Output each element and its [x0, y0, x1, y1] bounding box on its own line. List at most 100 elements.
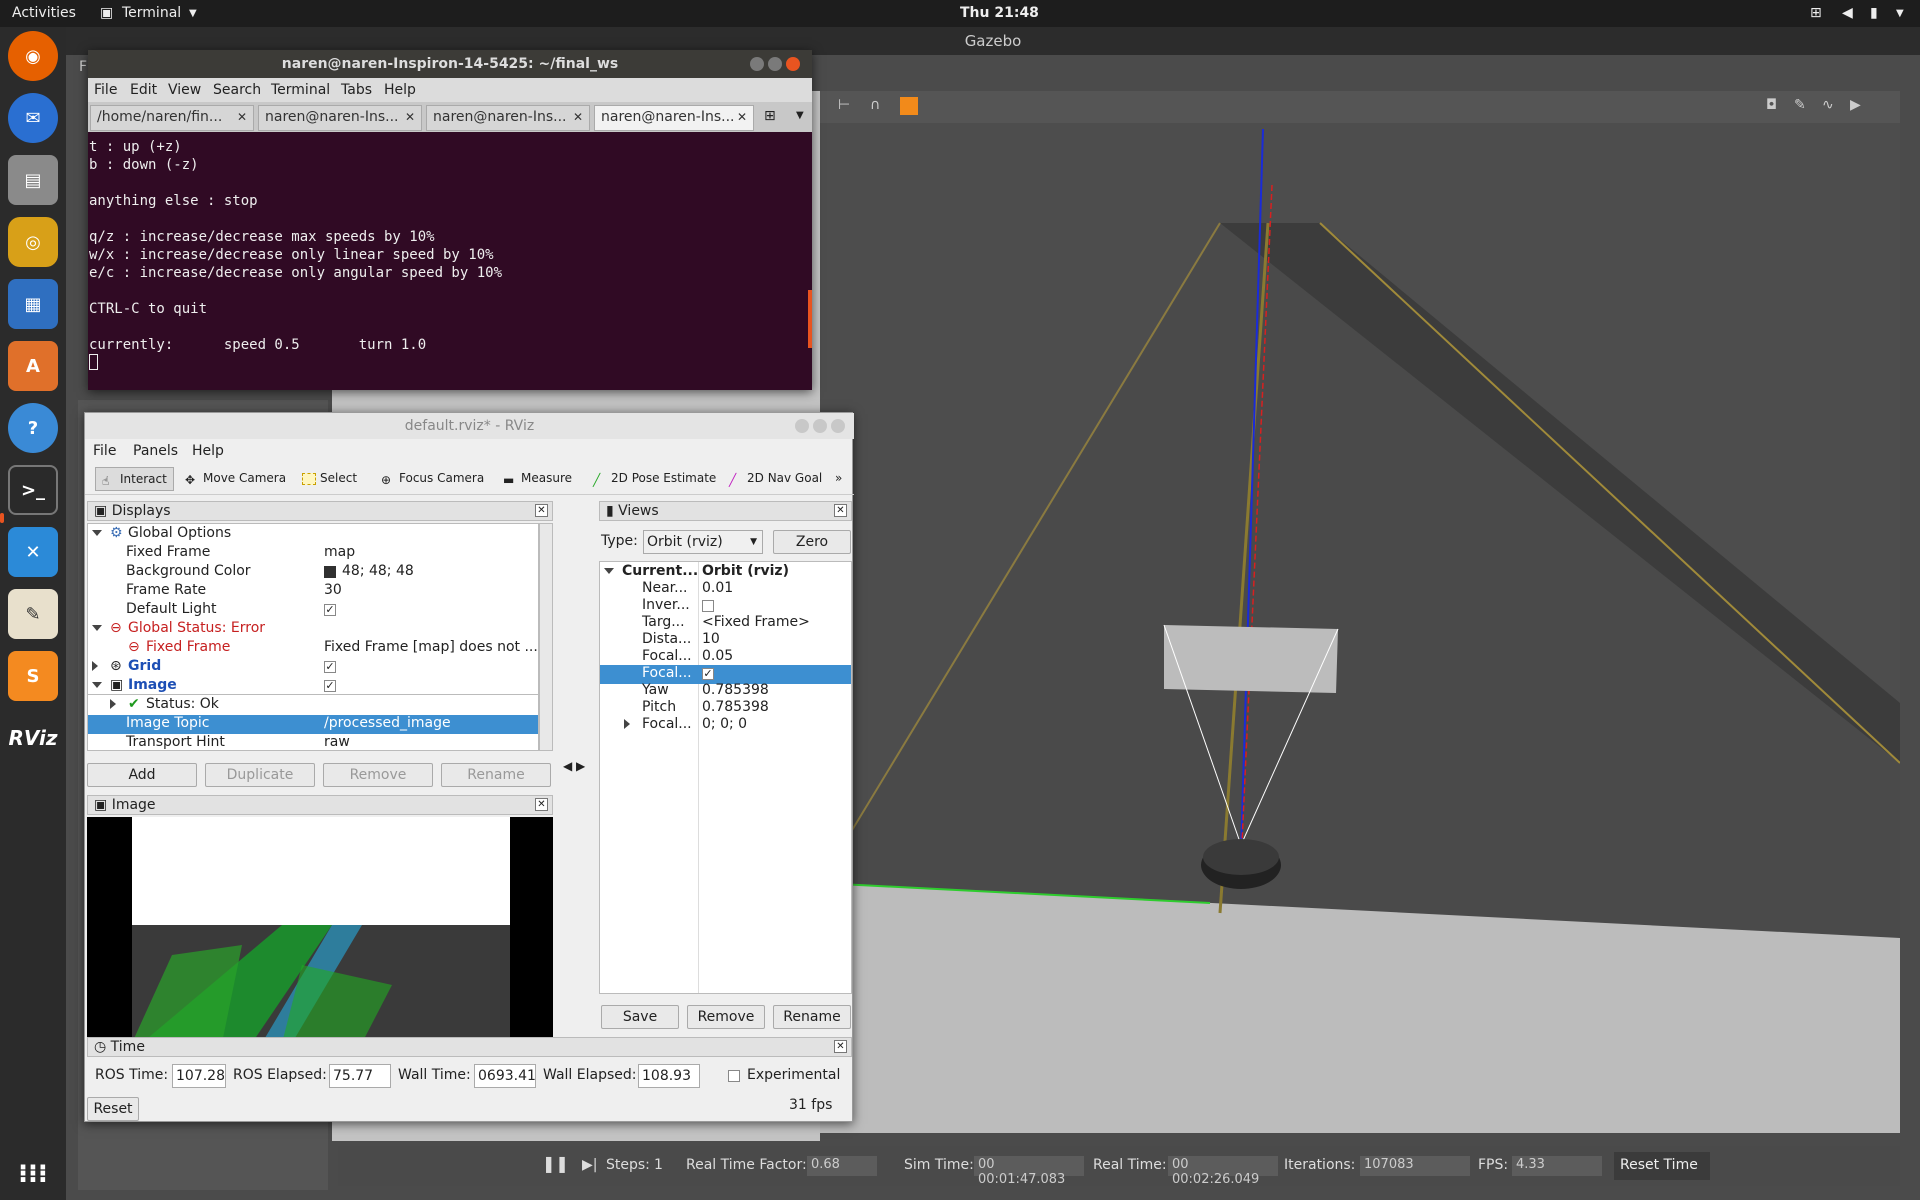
row-value[interactable]: 48; 48; 48 — [342, 563, 414, 579]
terminal-icon[interactable]: >_ — [8, 465, 58, 515]
menu-terminal[interactable]: Terminal — [271, 82, 330, 98]
displays-scrollbar[interactable] — [539, 523, 553, 751]
menu-edit[interactable]: Edit — [130, 82, 157, 98]
views-save-button[interactable]: Save — [601, 1005, 679, 1029]
views-rename-button[interactable]: Rename — [773, 1005, 851, 1029]
close-tab-icon[interactable]: ✕ — [237, 110, 247, 124]
chevron-down-icon[interactable]: ▼ — [189, 8, 197, 19]
view-mode-icon[interactable] — [900, 97, 918, 115]
row-value[interactable]: 0.785398 — [702, 699, 769, 715]
gazebo-3d-scene[interactable] — [820, 123, 1900, 1133]
displays-tree[interactable]: ⚙ Global Options Fixed Frame map Backgroun… — [87, 523, 539, 695]
tree-row-grid[interactable]: ⊛ Grid ✓ — [88, 658, 538, 677]
menu-search[interactable]: Search — [213, 82, 261, 98]
clock[interactable]: Thu 21:48 — [960, 5, 1039, 21]
row-value[interactable]: 0.01 — [702, 580, 733, 596]
firefox-icon[interactable]: ◉ — [8, 31, 58, 81]
row-value[interactable]: 30 — [324, 582, 342, 598]
default-light-checkbox[interactable]: ✓ — [324, 604, 336, 616]
battery-icon[interactable]: ▮ — [1870, 5, 1878, 21]
terminal-output[interactable]: t : up (+z) b : down (-z) anything else … — [88, 132, 812, 390]
duplicate-button[interactable]: Duplicate — [205, 763, 315, 787]
row-value[interactable]: 0.05 — [702, 648, 733, 664]
plot-icon[interactable]: ∿ — [1822, 97, 1834, 113]
minimize-icon[interactable] — [795, 419, 809, 433]
grid-checkbox[interactable]: ✓ — [324, 661, 336, 673]
row-value[interactable]: 0.785398 — [702, 682, 769, 698]
wall-time-field[interactable]: 0693.41 — [474, 1064, 536, 1088]
close-panel-icon[interactable]: ✕ — [535, 504, 548, 517]
views-type-select[interactable]: Orbit (rviz) ▼ — [643, 530, 763, 554]
tree-row-default-light[interactable]: Default Light ✓ — [88, 601, 538, 620]
software-icon[interactable]: A — [8, 341, 58, 391]
tree-row-status-ok[interactable]: ✔ Status: Ok — [88, 696, 538, 715]
focal-shape-checkbox[interactable]: ✓ — [702, 668, 714, 680]
maximize-icon[interactable] — [768, 57, 782, 71]
displays-tree-continued[interactable]: ✔ Status: Ok Image Topic/processed_image … — [87, 695, 539, 751]
align-icon[interactable]: ⊢ — [838, 97, 850, 113]
close-tab-icon[interactable]: ✕ — [737, 110, 747, 124]
network-icon[interactable]: ⊞ — [1810, 5, 1822, 21]
apps-grid-icon[interactable]: ⁝⁝⁝ — [8, 1149, 58, 1199]
tool-2d-nav-goal[interactable]: ╱ 2D Nav Goal — [723, 467, 828, 491]
writer-icon[interactable]: ▦ — [8, 279, 58, 329]
text-editor-icon[interactable]: ✎ — [8, 589, 58, 639]
tool-interact[interactable]: ☝ Interact — [95, 467, 174, 491]
ros-elapsed-field[interactable]: 75.77 — [329, 1064, 391, 1088]
tab-4-active[interactable]: naren@naren-Ins... ✕ — [594, 105, 754, 131]
tool-measure[interactable]: ▬ Measure — [497, 467, 578, 491]
steps-value[interactable]: 1 — [654, 1157, 663, 1173]
vscode-icon[interactable]: ✕ — [8, 527, 58, 577]
rviz-icon[interactable]: RViz — [8, 713, 58, 763]
menu-tabs[interactable]: Tabs — [341, 82, 372, 98]
menu-panels[interactable]: Panels — [133, 443, 178, 459]
tool-move-camera[interactable]: ✥ Move Camera — [179, 467, 292, 491]
experimental-checkbox[interactable] — [728, 1070, 740, 1082]
invert-checkbox[interactable] — [702, 600, 714, 612]
tree-row-fixed-frame-error[interactable]: ⊖ Fixed Frame Fixed Frame [map] does not .… — [88, 639, 538, 658]
close-tab-icon[interactable]: ✕ — [573, 110, 583, 124]
tree-row-transport-hint[interactable]: Transport Hint raw — [88, 734, 538, 750]
tree-row-image-topic[interactable]: Image Topic/processed_image — [88, 715, 538, 734]
menu-file[interactable]: File — [94, 82, 117, 98]
menu-file[interactable]: File — [93, 443, 116, 459]
wall-elapsed-field[interactable]: 108.93 — [638, 1064, 700, 1088]
volume-icon[interactable]: ◀ — [1842, 5, 1853, 21]
close-panel-icon[interactable]: ✕ — [535, 798, 548, 811]
row-value[interactable]: /processed_image — [324, 715, 451, 731]
tree-row-frame-rate[interactable]: Frame Rate 30 — [88, 582, 538, 601]
tool-2d-pose-estimate[interactable]: ╱ 2D Pose Estimate — [587, 467, 722, 491]
tab-2[interactable]: naren@naren-Ins... ✕ — [258, 105, 422, 131]
pause-icon[interactable]: ❚❚ — [542, 1154, 569, 1173]
tree-row-global-options[interactable]: ⚙ Global Options — [88, 525, 538, 544]
menu-help[interactable]: Help — [192, 443, 224, 459]
tree-row-focal-point[interactable]: Focal... 0; 0; 0 — [600, 716, 851, 735]
tab-3[interactable]: naren@naren-Ins... ✕ — [426, 105, 590, 131]
close-icon[interactable] — [831, 419, 845, 433]
terminal-scrollbar[interactable] — [808, 290, 812, 348]
tree-row-fixed-frame[interactable]: Fixed Frame map — [88, 544, 538, 563]
tree-row-global-status[interactable]: ⊖ Global Status: Error — [88, 620, 538, 639]
row-value[interactable]: 10 — [702, 631, 720, 647]
tool-focus-camera[interactable]: ⊕ Focus Camera — [375, 467, 490, 491]
close-icon[interactable] — [786, 57, 800, 71]
new-tab-icon[interactable]: ⊞ — [764, 108, 776, 124]
activities-button[interactable]: Activities — [12, 5, 76, 21]
remove-button[interactable]: Remove — [323, 763, 433, 787]
app-menu[interactable]: Terminal — [122, 5, 181, 21]
step-icon[interactable]: ▶| — [582, 1157, 597, 1173]
tab-1[interactable]: /home/naren/fin... ✕ — [90, 105, 254, 131]
menu-view[interactable]: View — [168, 82, 201, 98]
files-icon[interactable]: ▤ — [8, 155, 58, 205]
views-tree[interactable]: Current... Orbit (rviz) Near... 0.01 Inver… — [599, 561, 852, 994]
reset-time-button[interactable]: Reset Time — [1614, 1152, 1710, 1180]
tree-row-background-color[interactable]: Background Color 48; 48; 48 — [88, 563, 538, 582]
tree-row-image[interactable]: ▣ Image ✓ — [88, 677, 538, 694]
reset-button[interactable]: Reset — [87, 1097, 139, 1121]
splitter-arrows-icon[interactable]: ◀ ▶ — [563, 759, 585, 773]
menu-help[interactable]: Help — [384, 82, 416, 98]
help-icon[interactable]: ? — [8, 403, 58, 453]
maximize-icon[interactable] — [813, 419, 827, 433]
rename-button[interactable]: Rename — [441, 763, 551, 787]
sublime-icon[interactable]: S — [8, 651, 58, 701]
